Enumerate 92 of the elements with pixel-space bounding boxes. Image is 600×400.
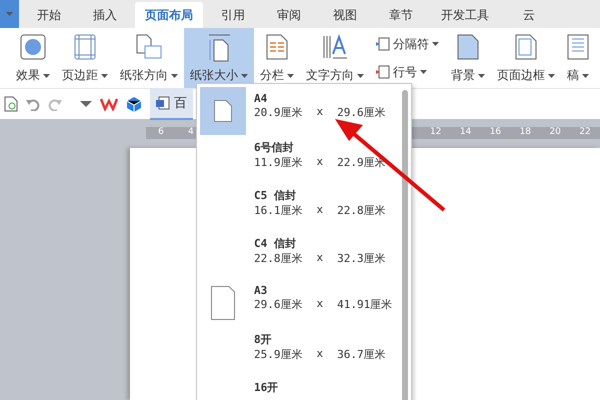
paper-width: 16.1厘米 <box>254 203 302 218</box>
page-icon <box>214 100 232 122</box>
caret-icon <box>43 74 50 78</box>
paper-width: 29.6厘米 <box>254 297 302 312</box>
document-tab-label: 百 <box>174 95 187 112</box>
ribbon-button[interactable]: 背景 <box>445 28 491 88</box>
paper-size-option[interactable]: 8开 25.9厘米 x 36.7厘米 <box>197 327 411 375</box>
caret-icon <box>420 70 427 74</box>
ribbon-tab[interactable]: 引用 <box>207 2 259 28</box>
paper-name: 16开 <box>254 380 278 395</box>
print-preview-icon[interactable] <box>4 96 18 112</box>
paper-height: 36.7厘米 <box>337 347 386 362</box>
ribbon-tab[interactable]: 云 <box>503 2 555 28</box>
paper-name: 6号信封 <box>254 140 295 155</box>
ruler-number: 20 <box>548 127 562 139</box>
app-menu-button[interactable] <box>0 0 19 28</box>
ruler-number: 18 <box>518 127 532 139</box>
columns-icon <box>266 34 288 60</box>
paper-name: 8开 <box>254 332 273 347</box>
caret-icon <box>582 74 589 78</box>
times-sign: x <box>316 203 324 218</box>
ribbon-button[interactable]: 纸张方向 <box>114 28 184 88</box>
cube-icon[interactable] <box>126 96 142 112</box>
paper-height: 41.91厘米 <box>337 297 392 312</box>
ribbon-button[interactable]: 行号 <box>376 64 439 80</box>
paper-width: 11.9厘米 <box>254 155 302 170</box>
ribbon-button[interactable]: 效果 <box>10 28 56 88</box>
ruler-number: 12 <box>428 127 442 139</box>
caret-icon <box>101 74 108 78</box>
document-tab[interactable]: 百 <box>150 88 193 120</box>
ribbon-button[interactable]: 文字方向 <box>300 28 370 88</box>
page-icon <box>457 34 479 60</box>
paper-size-option[interactable]: A3 29.6厘米 x 41.91厘米 <box>197 279 411 327</box>
scrollbar[interactable] <box>402 90 408 400</box>
ribbon-button[interactable]: 页边距 <box>56 28 114 88</box>
dropdown-icon[interactable] <box>80 100 92 108</box>
page-break-icon <box>376 37 390 51</box>
ribbon-button[interactable]: 页面边框 <box>491 28 561 88</box>
ribbon-tab[interactable]: 插入 <box>79 2 131 28</box>
paper-size-option[interactable]: C4 信封 22.8厘米 x 32.3厘米 <box>197 231 411 279</box>
w-logo-icon[interactable] <box>100 97 118 111</box>
paper-size-option[interactable]: A4 20.9厘米 x 29.6厘米 <box>197 87 411 135</box>
paper-name: A4 <box>254 92 268 105</box>
caret-icon <box>171 74 178 78</box>
ribbon-tab[interactable]: 审阅 <box>263 2 315 28</box>
times-sign: x <box>316 155 324 170</box>
ruler-number: 4 <box>186 127 195 139</box>
ruler-number: 6 <box>157 127 165 139</box>
page-border-icon <box>515 34 537 60</box>
caret-icon <box>241 74 248 78</box>
ribbon-button[interactable]: 纸张大小 <box>184 28 254 88</box>
line-number-icon <box>376 65 390 79</box>
caret-icon <box>548 74 555 78</box>
paper-height: 32.3厘米 <box>337 251 386 266</box>
grid-icon <box>567 34 589 60</box>
caret-icon <box>6 12 13 16</box>
ribbon-tab[interactable]: 视图 <box>319 2 371 28</box>
page-icon <box>208 34 230 62</box>
paper-width: 20.9厘米 <box>254 105 302 120</box>
text-direction-icon <box>322 34 348 60</box>
word-document-icon <box>156 96 170 110</box>
paper-height: 29.6厘米 <box>337 105 386 120</box>
ruler-number: 16 <box>488 127 502 139</box>
times-sign: x <box>316 347 324 362</box>
times-sign: x <box>316 251 324 266</box>
caret-icon <box>357 74 364 78</box>
paper-height: 22.8厘米 <box>337 203 386 218</box>
caret-icon <box>287 74 294 78</box>
ribbon-tab[interactable]: 页面布局 <box>135 2 203 28</box>
page-margins-icon <box>74 34 96 60</box>
orientation-icon <box>136 34 162 60</box>
caret-icon <box>478 74 485 78</box>
caret-icon <box>432 42 439 46</box>
ribbon-tab[interactable]: 开发工具 <box>431 2 499 28</box>
times-sign: x <box>316 105 324 120</box>
ribbon-tab[interactable]: 开始 <box>23 2 75 28</box>
paper-name: C5 信封 <box>254 188 297 203</box>
paper-width: 22.8厘米 <box>254 251 302 266</box>
paper-name: C4 信封 <box>254 236 297 251</box>
ribbon-tab[interactable]: 章节 <box>375 2 427 28</box>
times-sign: x <box>316 297 324 312</box>
paper-size-option[interactable]: 16开 <box>197 375 411 400</box>
paper-size-option[interactable]: C5 信封 16.1厘米 x 22.8厘米 <box>197 183 411 231</box>
ruler-number: 22 <box>578 127 592 139</box>
undo-icon[interactable] <box>26 97 40 111</box>
page-icon <box>211 286 235 320</box>
paper-name: A3 <box>254 284 268 297</box>
ribbon-button[interactable]: 分栏 <box>254 28 300 88</box>
ribbon-button[interactable]: 稿 <box>561 28 595 88</box>
paper-width: 25.9厘米 <box>254 347 302 362</box>
ruler-number: 14 <box>458 127 472 139</box>
ribbon-button[interactable]: 分隔符 <box>376 36 439 52</box>
